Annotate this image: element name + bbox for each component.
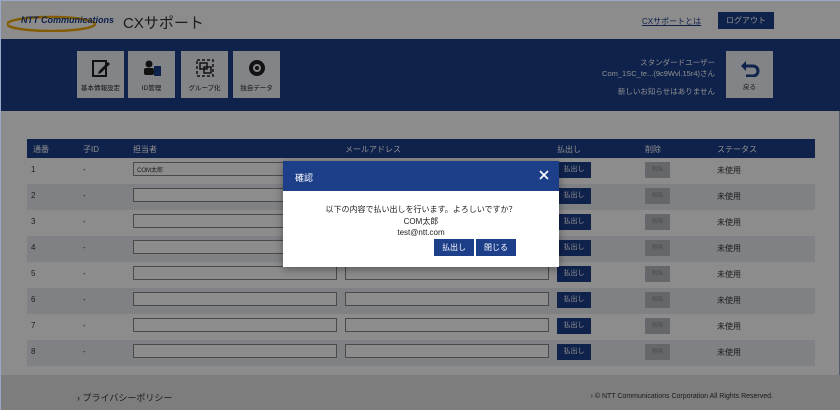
page-frame: NTT Communications CXサポート CXサポートとは ログアウト… (0, 0, 840, 410)
dialog-title: 確認 (295, 173, 314, 183)
dialog-body: 以下の内容で払い出しを行います。よろしいですか？ COM太郎 test@ntt.… (283, 204, 559, 239)
confirm-dialog: 確認 以下の内容で払い出しを行います。よろしいですか？ COM太郎 test@n… (283, 161, 559, 267)
dialog-close-button[interactable]: 閉じる (476, 239, 516, 256)
dialog-person: COM太郎 (403, 216, 439, 226)
close-icon[interactable] (538, 169, 550, 181)
dialog-header: 確認 (283, 161, 559, 191)
dialog-email: test@ntt.com (397, 228, 445, 237)
dialog-confirm-button[interactable]: 払出し (434, 239, 474, 256)
dialog-message: 以下の内容で払い出しを行います。よろしいですか？ (325, 205, 517, 214)
